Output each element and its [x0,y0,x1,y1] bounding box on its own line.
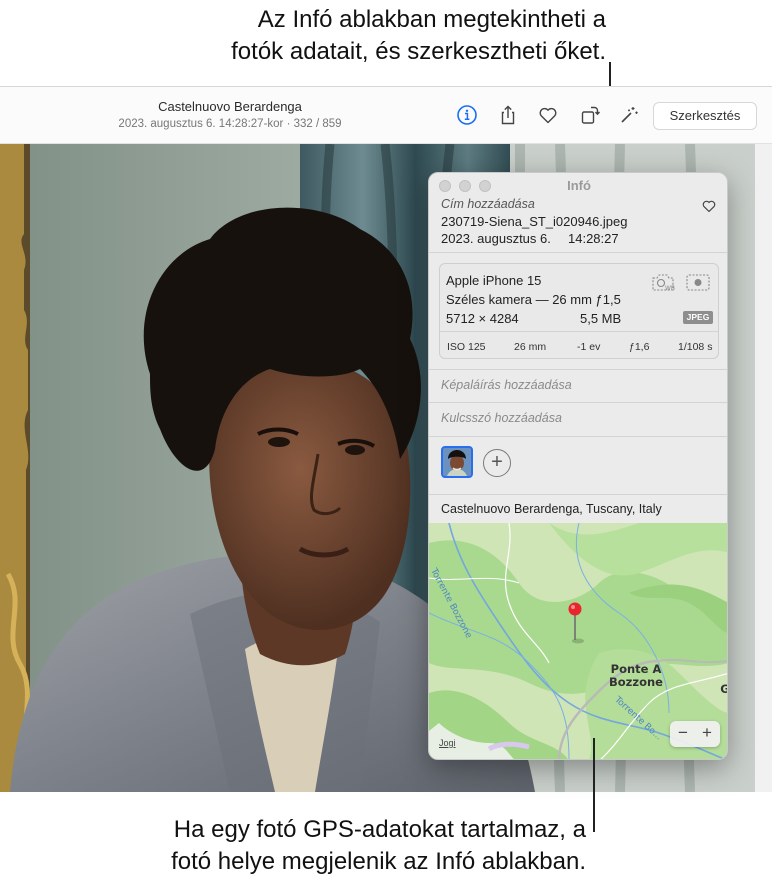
file-name: 230719-Siena_ST_i020946.jpeg [441,214,628,229]
keyword-field[interactable]: Kulcsszó hozzáadása [441,411,562,425]
person-avatar[interactable] [441,446,473,478]
edit-button[interactable]: Szerkesztés [653,102,757,130]
info-title: Infó [567,178,591,193]
info-panel: Infó Cím hozzáadása 230719-Siena_ST_i020… [428,172,728,760]
face-thumbnail [443,448,471,476]
capture-date: 2023. augusztus 6. [441,231,551,246]
sidebar-strip [755,144,772,792]
exif-iso: ISO 125 [447,341,486,353]
divider [429,252,727,253]
favorite-heart-icon[interactable] [701,198,717,214]
exif-exposure-value: -1 ev [577,341,601,353]
map-pin-icon[interactable] [567,601,583,617]
zoom-in-button[interactable]: + [695,723,719,743]
divider [429,369,727,370]
exif-divider [440,331,718,332]
exif-shutter-speed: 1/108 s [678,341,713,353]
svg-text:WB: WB [665,285,675,292]
map-edge-label: G [719,683,727,696]
location-name: Castelnuovo Berardenga, Tuscany, Italy [441,502,662,516]
share-icon[interactable] [497,104,519,126]
callout-info-window: Az Infó ablakban megtekintheti a fotók a… [120,4,606,68]
map-zoom-control: − + [670,721,720,747]
callout-line: fotók adatait, és szerkesztheti őket. [231,38,606,65]
map-place-label: Ponte A Bozzone [601,663,671,689]
map-place-line: Bozzone [609,675,663,689]
toolbar: Castelnuovo Berardenga 2023. augusztus 6… [0,86,772,144]
exif-aperture: ƒ1,6 [629,341,650,353]
photo-title: Castelnuovo Berardenga [158,99,302,114]
camera-model: Apple iPhone 15 [446,273,542,288]
format-badge: JPEG [683,311,713,324]
info-icon[interactable] [456,104,478,126]
rotate-icon[interactable] [579,104,601,126]
exif-focal-length: 26 mm [514,341,547,353]
callout-line: Az Infó ablakban megtekintheti a [257,6,606,33]
camera-info-box: Apple iPhone 15 Széles kamera — 26 mm ƒ1… [439,263,719,359]
callout-line: Ha egy fotó GPS-adatokat tartalmaz, a [173,816,586,843]
divider [429,436,727,437]
divider [429,402,727,403]
divider [429,494,727,495]
add-title-field[interactable]: Cím hozzáadása [441,197,535,211]
zoom-out-button[interactable]: − [671,723,695,743]
callout-gps-location: Ha egy fotó GPS-adatokat tartalmaz, a fo… [60,814,586,878]
camera-lens: Széles kamera — 26 mm ƒ1,5 [446,292,621,307]
callout-leader-line [593,738,595,832]
photo-date-counter: 2023. augusztus 6. 14:28:27-kor · 332 / … [118,118,342,130]
add-person-button[interactable]: + [483,449,511,477]
file-size: 5,5 MB [580,311,622,326]
metering-icon [686,274,710,291]
magic-wand-icon[interactable] [618,104,640,126]
white-balance-icon: WB [652,274,675,292]
heart-icon[interactable] [537,104,559,126]
caption-field[interactable]: Képaláírás hozzáadása [441,378,572,392]
map-legal-link[interactable]: Jogi [439,738,456,748]
location-map[interactable]: Ponte A Bozzone G Torrente Bozzone Torre… [429,523,727,759]
capture-time: 14:28:27 [568,231,619,246]
info-title-bar: Infó [429,173,727,199]
callout-line: fotó helye megjelenik az Infó ablakban. [171,848,586,875]
image-resolution: 5712 × 4284 [446,311,519,326]
